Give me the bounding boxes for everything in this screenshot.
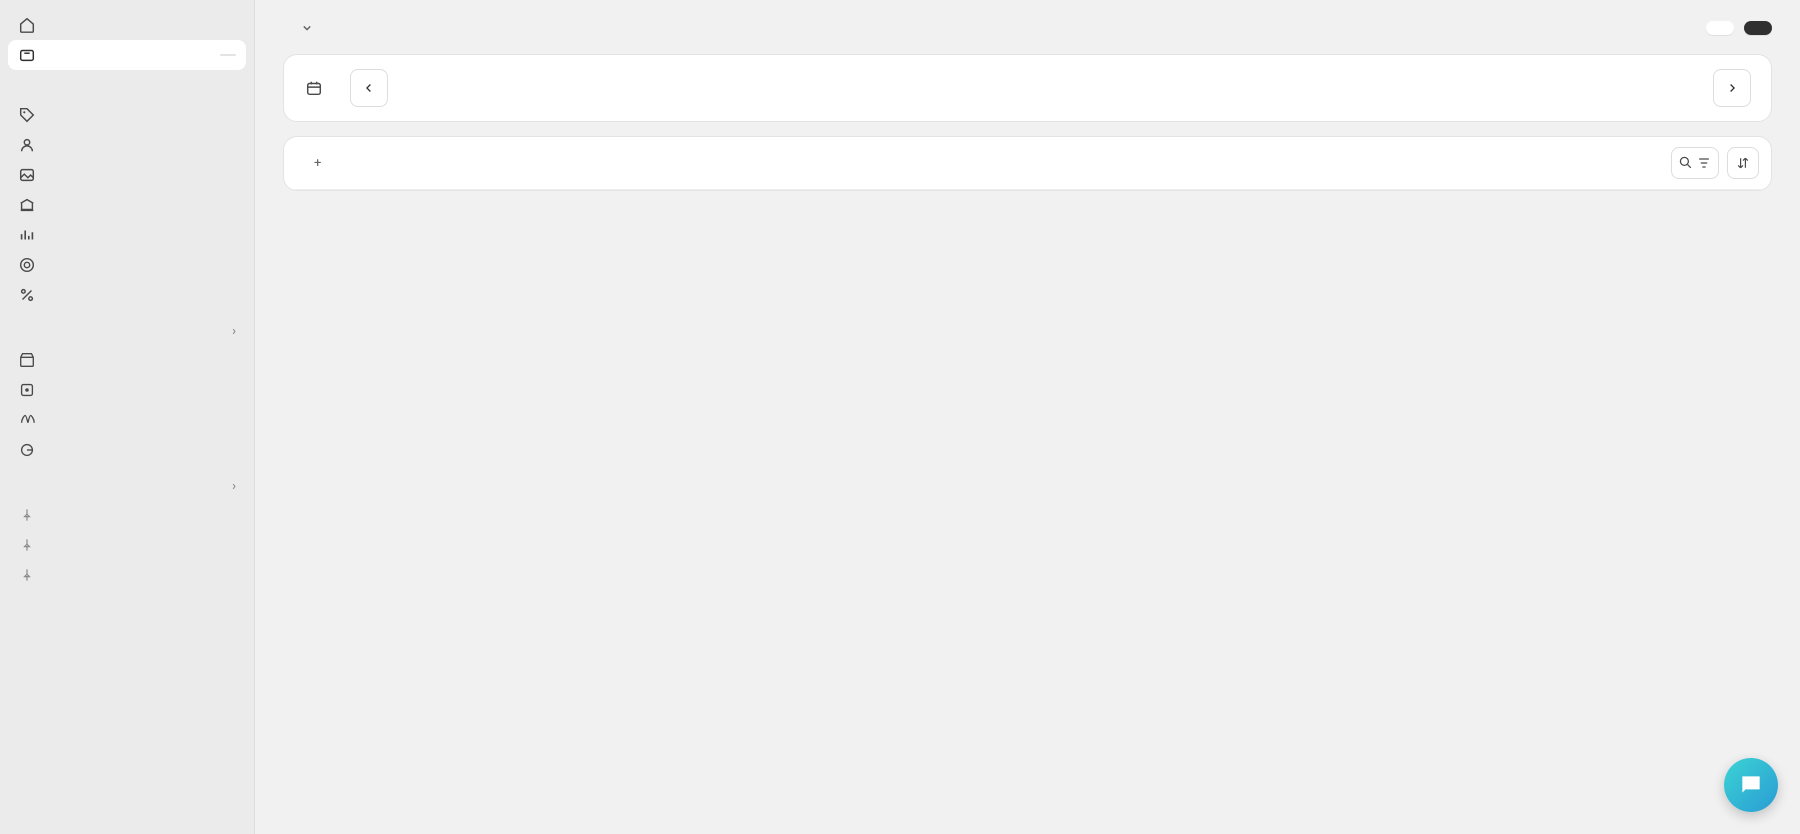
orders-table-card: + (283, 136, 1772, 191)
export-button[interactable] (1706, 21, 1734, 35)
nav-products[interactable] (8, 100, 246, 130)
percent-icon (18, 286, 36, 304)
search-filter-button[interactable] (1671, 147, 1719, 179)
page-title[interactable] (283, 20, 315, 36)
tag-icon (18, 106, 36, 124)
chat-fab[interactable] (1724, 758, 1778, 812)
sidebar: › › (0, 0, 255, 834)
nav-customers[interactable] (8, 130, 246, 160)
pos-icon (18, 381, 36, 399)
nav-online-store[interactable] (8, 345, 246, 375)
nav-google[interactable] (8, 435, 246, 465)
date-prev-button[interactable] (350, 69, 388, 107)
nav-shipping-labels[interactable] (46, 80, 246, 90)
sales-channels-header[interactable]: › (8, 310, 246, 345)
nav-pos[interactable] (8, 375, 246, 405)
sort-button[interactable] (1727, 147, 1759, 179)
nav-drafts[interactable] (46, 70, 246, 80)
nav-discounts[interactable] (8, 280, 246, 310)
nav-abandoned[interactable] (46, 90, 246, 100)
pin-icon (18, 566, 36, 584)
chart-icon (18, 226, 36, 244)
apps-header[interactable]: › (8, 465, 246, 500)
nav-orders[interactable] (8, 40, 246, 70)
pin-icon (18, 506, 36, 524)
date-range[interactable] (304, 78, 334, 98)
chevron-down-icon (299, 20, 315, 36)
orders-icon (18, 46, 36, 64)
nav-shop-calendar[interactable] (8, 530, 246, 560)
nav-home[interactable] (8, 10, 246, 40)
nav-finances[interactable] (8, 190, 246, 220)
nav-bss[interactable] (8, 560, 246, 590)
store-icon (18, 351, 36, 369)
target-icon (18, 256, 36, 274)
nav-content[interactable] (8, 160, 246, 190)
meta-icon (18, 411, 36, 429)
add-view-button[interactable]: + (304, 150, 331, 177)
image-icon (18, 166, 36, 184)
nav-experiences[interactable] (8, 500, 246, 530)
nav-marketing[interactable] (8, 250, 246, 280)
person-icon (18, 136, 36, 154)
home-icon (18, 16, 36, 34)
nav-facebook[interactable] (8, 405, 246, 435)
filter-bar: + (284, 137, 1771, 190)
google-icon (18, 441, 36, 459)
main: + (255, 0, 1800, 834)
calendar-icon (304, 78, 324, 98)
stats-bar (283, 54, 1772, 122)
stats-next-button[interactable] (1713, 69, 1751, 107)
nav-analytics[interactable] (8, 220, 246, 250)
chevron-right-icon: › (232, 479, 236, 494)
orders-badge (220, 54, 236, 56)
pin-icon (18, 536, 36, 554)
chevron-right-icon: › (232, 324, 236, 339)
bank-icon (18, 196, 36, 214)
create-order-button[interactable] (1744, 21, 1772, 35)
